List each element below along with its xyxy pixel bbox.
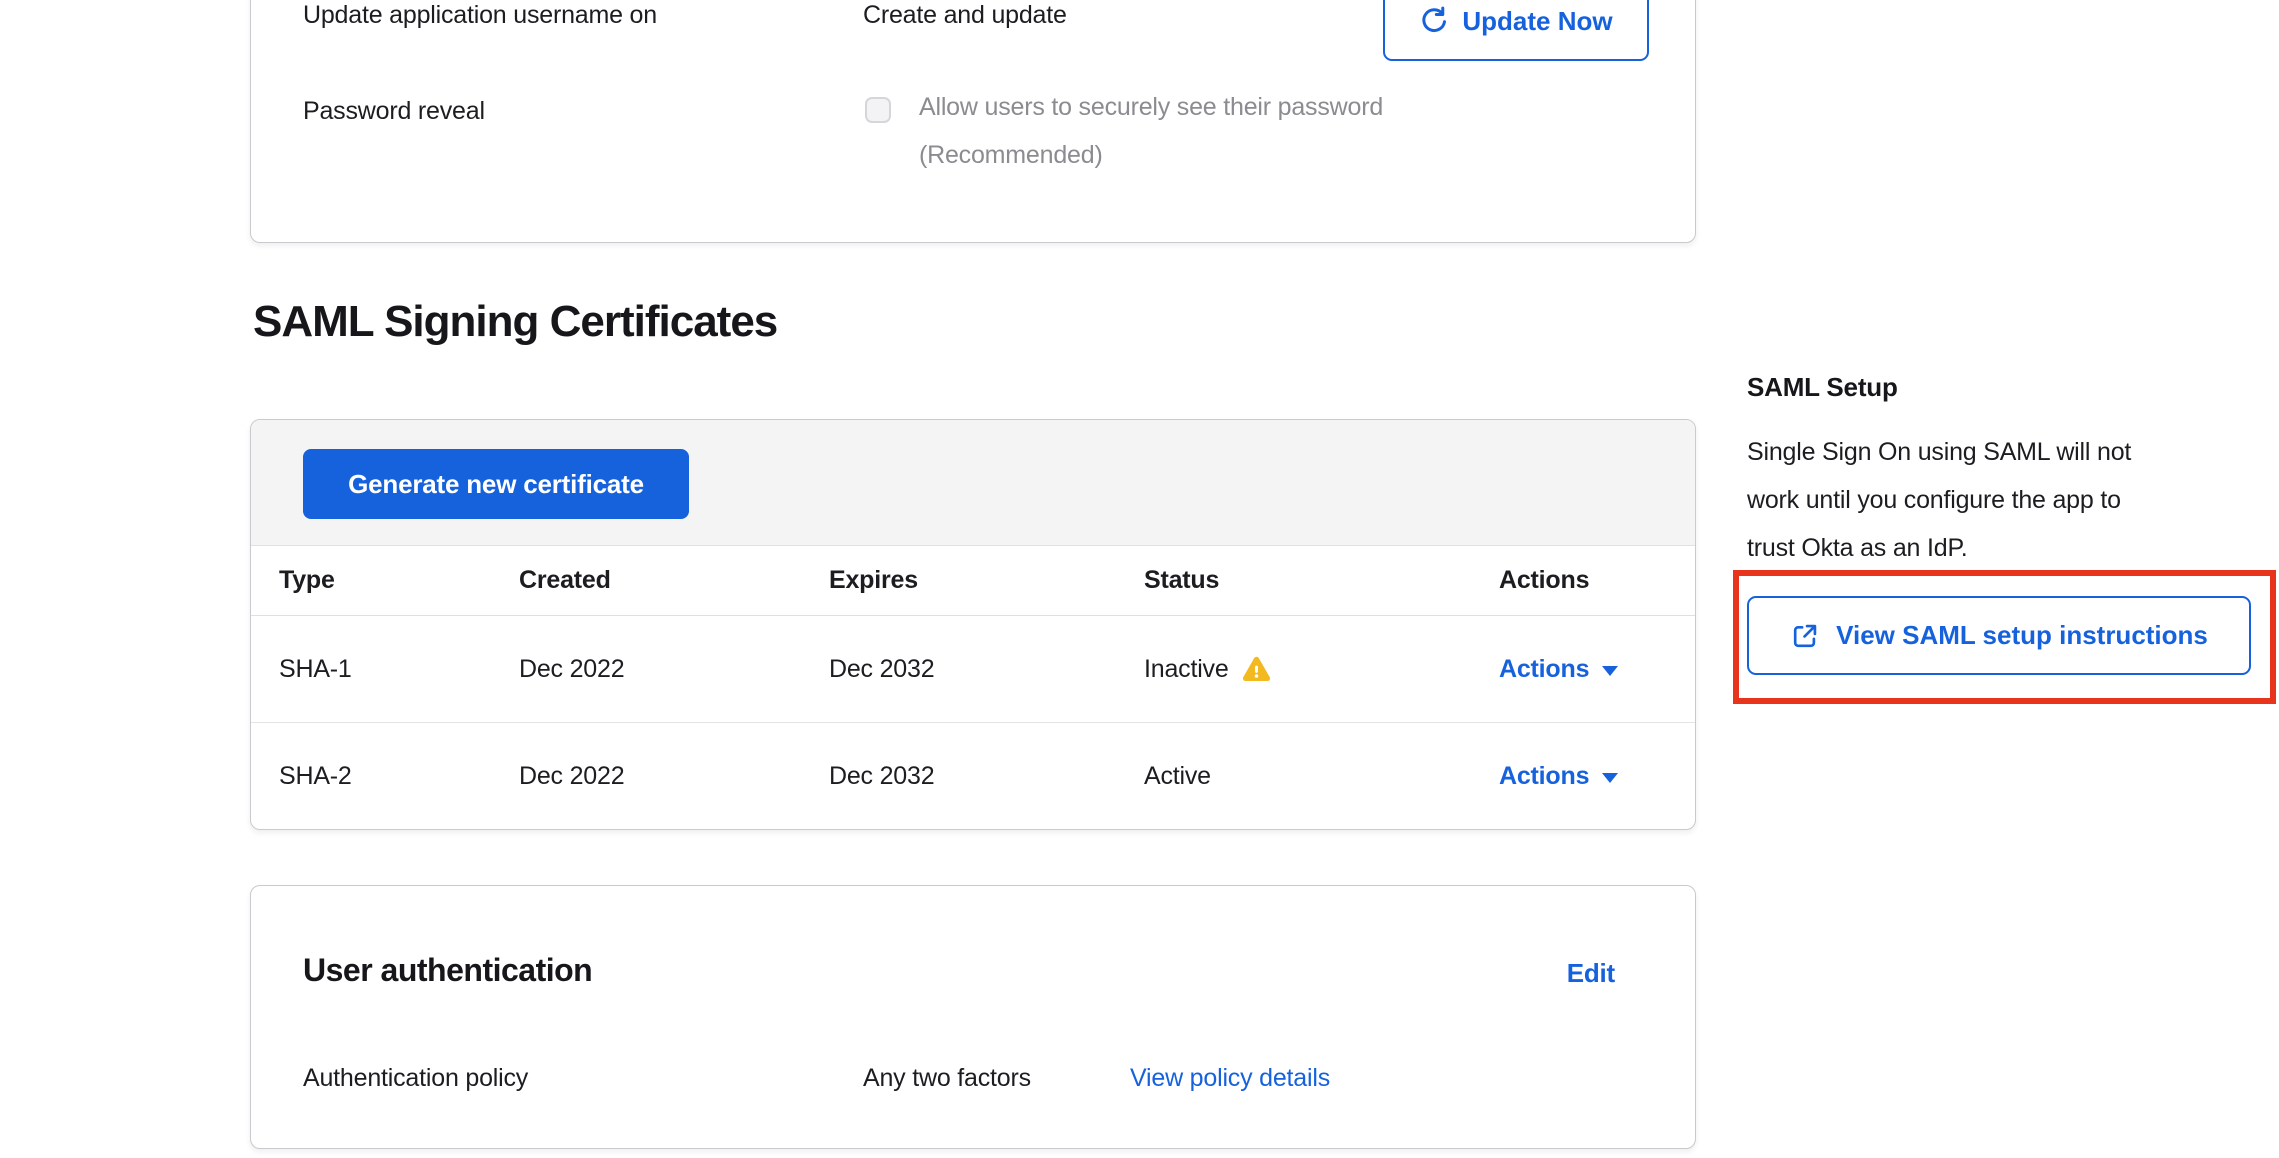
app-credentials-card: Update application username on Create an… [250, 0, 1696, 243]
table-header-row: Type Created Expires Status Actions [251, 546, 1695, 616]
username-update-value: Create and update [863, 0, 1067, 31]
cell-type: SHA-2 [251, 762, 491, 791]
actions-menu-button[interactable]: Actions [1499, 762, 1618, 791]
authentication-policy-label: Authentication policy [303, 1064, 528, 1093]
authentication-policy-value: Any two factors [863, 1064, 1031, 1093]
caret-down-icon [1602, 773, 1618, 783]
actions-label: Actions [1499, 655, 1589, 684]
column-header-actions: Actions [1471, 566, 1697, 595]
generate-certificate-button[interactable]: Generate new certificate [303, 449, 689, 519]
cell-type: SHA-1 [251, 655, 491, 684]
certificates-card-header: Generate new certificate [251, 420, 1695, 546]
cell-status: Inactive [1116, 655, 1471, 684]
page-title: SAML Signing Certificates [253, 297, 777, 347]
card-title: User authentication [303, 952, 592, 989]
view-saml-setup-instructions-button[interactable]: View SAML setup instructions [1747, 596, 2251, 675]
password-reveal-checkbox-label: Allow users to securely see their passwo… [919, 83, 1383, 179]
update-now-label: Update Now [1462, 6, 1612, 37]
edit-link[interactable]: Edit [1567, 958, 1615, 989]
user-authentication-card: User authentication Edit Authentication … [250, 885, 1696, 1149]
view-policy-details-link[interactable]: View policy details [1130, 1064, 1330, 1093]
actions-menu-button[interactable]: Actions [1499, 655, 1618, 684]
caret-down-icon [1602, 666, 1618, 676]
status-text: Active [1144, 762, 1211, 791]
generate-certificate-label: Generate new certificate [348, 469, 644, 500]
actions-label: Actions [1499, 762, 1589, 791]
refresh-icon [1419, 6, 1449, 36]
cell-actions: Actions [1471, 762, 1697, 791]
cell-expires: Dec 2032 [801, 655, 1116, 684]
external-link-icon [1790, 621, 1820, 651]
table-row: SHA-1 Dec 2022 Dec 2032 Inactive Actions [251, 616, 1695, 723]
column-header-status: Status [1116, 566, 1471, 595]
column-header-expires: Expires [801, 566, 1116, 595]
update-now-button[interactable]: Update Now [1383, 0, 1649, 61]
cell-actions: Actions [1471, 655, 1697, 684]
sidebar-title: SAML Setup [1747, 372, 1898, 403]
saml-certificates-card: Generate new certificate Type Created Ex… [250, 419, 1696, 830]
column-header-type: Type [251, 566, 491, 595]
password-reveal-label: Password reveal [303, 95, 485, 127]
warning-icon [1242, 655, 1271, 684]
certificates-table: Type Created Expires Status Actions SHA-… [251, 546, 1695, 830]
table-row: SHA-2 Dec 2022 Dec 2032 Active Actions [251, 723, 1695, 830]
column-header-created: Created [491, 566, 801, 595]
cell-expires: Dec 2032 [801, 762, 1116, 791]
cell-status: Active [1116, 762, 1471, 791]
sign-on-settings-page: Update application username on Create an… [0, 0, 2279, 1158]
username-update-label: Update application username on [303, 0, 657, 31]
cell-created: Dec 2022 [491, 655, 801, 684]
password-reveal-checkbox[interactable] [865, 97, 891, 123]
sidebar-description: Single Sign On using SAML will not work … [1747, 428, 2279, 572]
cell-created: Dec 2022 [491, 762, 801, 791]
view-saml-setup-instructions-label: View SAML setup instructions [1836, 620, 2208, 651]
status-text: Inactive [1144, 655, 1229, 684]
